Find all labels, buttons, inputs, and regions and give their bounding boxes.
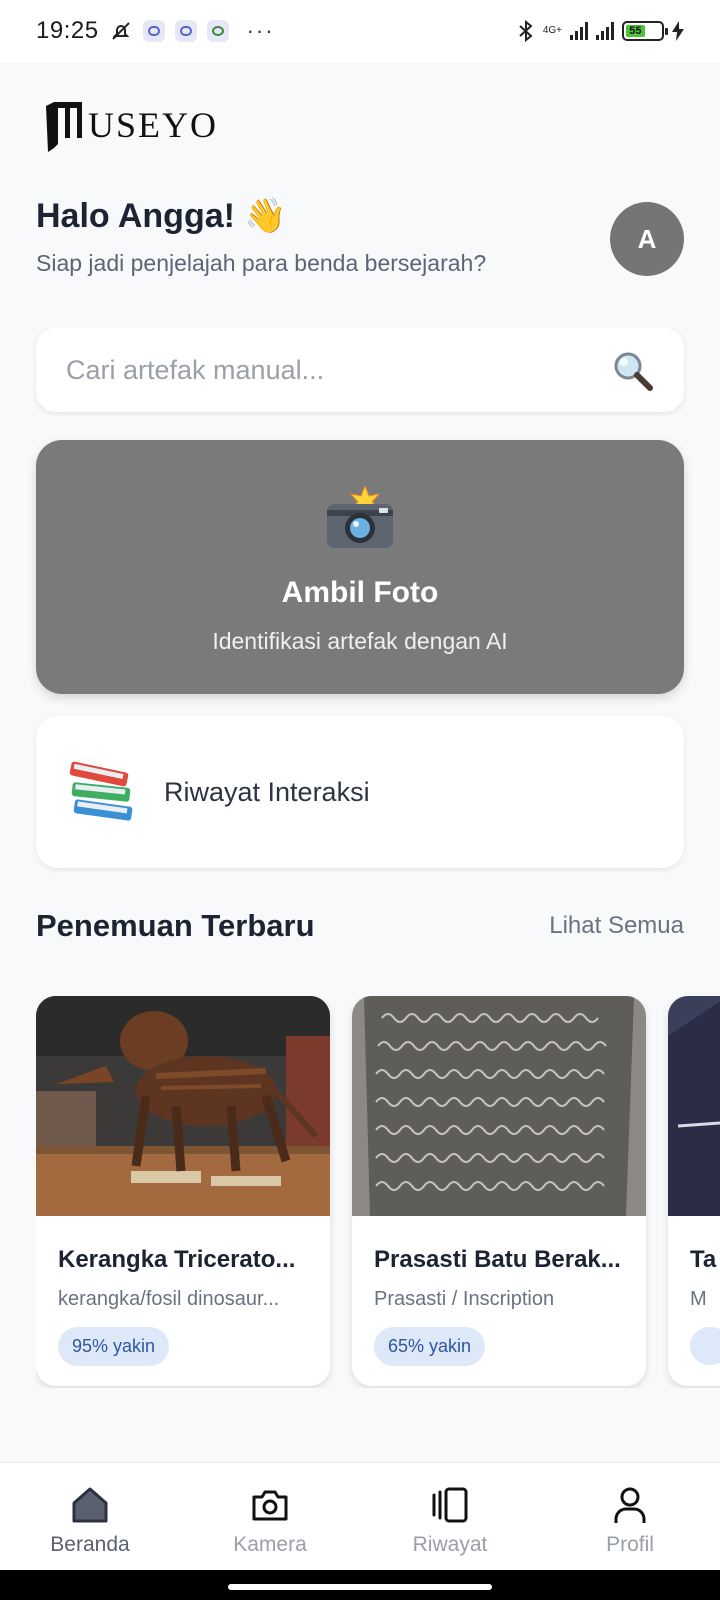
discord-notification-icon: [142, 20, 165, 42]
interaction-history-card[interactable]: Riwayat Interaksi: [36, 716, 684, 868]
network-type: 4G+: [542, 25, 562, 36]
status-bar: 19:25 ··· 4G+ 55: [0, 0, 720, 62]
take-photo-subtitle: Identifikasi artefak dengan AI: [212, 628, 508, 654]
museyo-logo-mark: [46, 102, 82, 152]
home-icon: [72, 1487, 108, 1523]
confidence-badge: [690, 1327, 720, 1365]
stone-inscription-image: [352, 996, 646, 1216]
nav-profile[interactable]: Profil: [540, 1463, 720, 1570]
nav-camera-label: Kamera: [233, 1533, 307, 1556]
logo-text: USEYO: [88, 105, 219, 145]
discovery-category: Prasasti / Inscription: [374, 1288, 555, 1310]
greeting-title: Halo Angga! 👋: [36, 197, 287, 235]
bluetooth-icon: [519, 19, 533, 43]
discovery-title: Kerangka Tricerato...: [58, 1246, 296, 1273]
see-all-link[interactable]: Lihat Semua: [549, 912, 684, 940]
battery-level: 55: [626, 25, 645, 37]
camera-icon: [252, 1490, 288, 1521]
search-bar[interactable]: [36, 328, 684, 412]
app-logo: USEYO: [44, 98, 218, 152]
profile-icon: [614, 1487, 646, 1523]
signal-icon: [570, 22, 588, 40]
nav-home[interactable]: Beranda: [0, 1463, 180, 1570]
history-cards-icon: [432, 1487, 468, 1523]
discovery-category: M: [690, 1288, 707, 1310]
home-gesture-bar[interactable]: [228, 1584, 492, 1590]
confidence-badge: 95% yakin: [58, 1327, 170, 1366]
app-notification-icon: [206, 20, 229, 42]
bottom-navigation: Beranda Kamera Riwayat Profil: [0, 1462, 720, 1570]
nav-home-label: Beranda: [50, 1533, 130, 1556]
confidence-badge: 65% yakin: [374, 1327, 486, 1366]
discovery-title: Ta: [690, 1246, 717, 1273]
interaction-history-label: Riwayat Interaksi: [164, 776, 370, 807]
search-icon[interactable]: [610, 348, 654, 392]
bell-muted-icon: [111, 22, 130, 40]
nav-profile-label: Profil: [606, 1533, 654, 1556]
recent-discoveries-title: Penemuan Terbaru: [36, 908, 315, 943]
signal-icon: [596, 22, 614, 40]
discoveries-carousel[interactable]: Kerangka Tricerato... kerangka/fosil din…: [36, 996, 720, 1388]
artifact-image: [668, 996, 720, 1216]
discord-notification-icon: [174, 20, 197, 42]
charging-icon: [672, 21, 684, 41]
nav-history-label: Riwayat: [412, 1533, 488, 1556]
discovery-card[interactable]: Prasasti Batu Berak... Prasasti / Inscri…: [352, 996, 646, 1386]
take-photo-title: Ambil Foto: [281, 576, 439, 609]
discovery-title: Prasasti Batu Berak...: [374, 1246, 621, 1273]
nav-history[interactable]: Riwayat: [360, 1463, 540, 1570]
nav-camera[interactable]: Kamera: [180, 1463, 360, 1570]
greeting-subtitle: Siap jadi penjelajah para benda bersejar…: [36, 250, 487, 276]
battery-icon: 55: [622, 21, 668, 41]
discovery-card[interactable]: Ta M: [668, 996, 720, 1386]
more-notifications-icon: ···: [246, 18, 275, 43]
avatar[interactable]: A: [610, 202, 684, 276]
discovery-category: kerangka/fosil dinosaur...: [58, 1288, 280, 1310]
triceratops-skeleton-image: [36, 996, 330, 1216]
status-time: 19:25: [36, 17, 99, 44]
take-photo-card[interactable]: Ambil Foto Identifikasi artefak dengan A…: [36, 440, 684, 694]
search-input[interactable]: [66, 354, 610, 386]
camera-flash-icon: [327, 486, 393, 548]
books-icon: [69, 761, 133, 821]
discovery-card[interactable]: Kerangka Tricerato... kerangka/fosil din…: [36, 996, 330, 1386]
